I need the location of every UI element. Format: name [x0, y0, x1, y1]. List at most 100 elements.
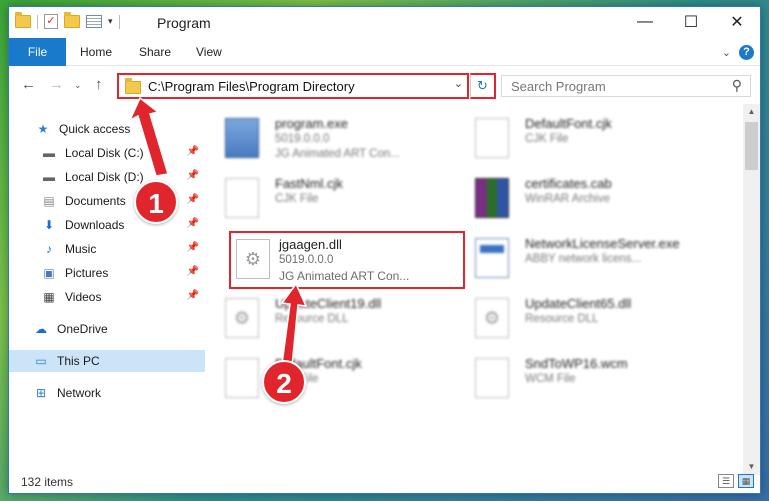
properties-check-icon[interactable]: ✓: [44, 14, 58, 29]
file-detail: CJK File: [275, 193, 319, 205]
scroll-up-icon[interactable]: ▲: [743, 104, 760, 120]
file-name: program.exe: [275, 116, 348, 131]
file-detail: JG Animated ART Con...: [275, 148, 400, 160]
address-dropdown-chevron-icon[interactable]: ⌄: [454, 77, 463, 90]
app-icon: [475, 238, 509, 278]
list-item[interactable]: FastNml.cjk CJK File: [217, 172, 462, 228]
music-icon: ♪: [46, 242, 52, 256]
expand-ribbon-chevron-icon[interactable]: ⌄: [722, 46, 731, 59]
document-icon: [225, 178, 259, 218]
file-detail: ABBY network licens...: [525, 253, 642, 265]
file-detail: Resource DLL: [275, 313, 349, 325]
list-item[interactable]: ⚙ UpdateClient65.dll Resource DLL: [467, 292, 712, 348]
network-icon: ⊞: [35, 386, 47, 400]
up-arrow-icon[interactable]: ↑: [95, 76, 103, 93]
pin-icon[interactable]: 📌: [187, 194, 199, 205]
search-placeholder: Search Program: [511, 79, 606, 94]
toolbar-divider: [118, 14, 120, 29]
details-view-icon[interactable]: ☰: [718, 474, 734, 488]
highlighted-file[interactable]: ⚙ jgaagen.dll 5019.0.0.0 JG Animated ART…: [229, 231, 465, 289]
list-item[interactable]: program.exe 5019.0.0.0 JG Animated ART C…: [217, 112, 462, 168]
new-folder-icon[interactable]: [64, 12, 80, 28]
drive-icon: ▬: [43, 170, 55, 184]
help-icon[interactable]: ?: [739, 45, 754, 60]
document-icon: [475, 358, 509, 398]
view-switcher: ☰ ▦: [718, 474, 754, 488]
refresh-button[interactable]: ↻: [470, 73, 496, 99]
list-item[interactable]: DefaultFont.cjk CJK File: [467, 112, 712, 168]
status-bar: 132 items ☰ ▦: [9, 471, 760, 493]
item-count: 132 items: [21, 475, 74, 489]
document-icon: [225, 358, 259, 398]
sidebar-item-pictures[interactable]: ▣ Pictures 📌: [9, 262, 205, 284]
list-item[interactable]: certificates.cab WinRAR Archive: [467, 172, 712, 228]
dll-icon: ⚙: [236, 239, 270, 279]
sidebar-item-label: Pictures: [65, 266, 109, 280]
tab-share[interactable]: Share: [139, 38, 171, 66]
pictures-icon: ▣: [43, 266, 55, 280]
close-button[interactable]: ✕: [714, 7, 760, 37]
tab-view[interactable]: View: [196, 38, 222, 66]
sidebar-item-quick-access[interactable]: ★ Quick access: [9, 118, 205, 140]
cloud-icon: ☁: [35, 322, 47, 336]
title-bar: ✓ ▾ Program — ☐ ✕: [9, 7, 760, 38]
search-input[interactable]: Search Program ⚲: [501, 75, 751, 97]
pin-icon[interactable]: 📌: [187, 218, 199, 229]
document-icon: [475, 118, 509, 158]
list-item[interactable]: ⚙ UpdateClient19.dll Resource DLL: [217, 292, 462, 348]
file-name: FastNml.cjk: [275, 176, 343, 191]
sidebar-item-this-pc[interactable]: ▭ This PC: [9, 350, 205, 372]
toolbar-divider: [37, 14, 38, 29]
pin-icon[interactable]: 📌: [187, 146, 199, 157]
customize-toolbar-chevron-icon[interactable]: ▾: [108, 16, 113, 27]
minimize-button[interactable]: —: [622, 7, 668, 37]
sidebar-item-local-disk-c[interactable]: ▬ Local Disk (C:) 📌: [9, 142, 205, 164]
address-path: C:\Program Files\Program Directory: [148, 79, 355, 94]
sidebar-item-music[interactable]: ♪ Music 📌: [9, 238, 205, 260]
quick-access-toolbar: ✓ ▾: [15, 12, 120, 29]
back-arrow-icon[interactable]: ←: [21, 76, 36, 93]
tab-home[interactable]: Home: [80, 38, 112, 66]
pin-icon[interactable]: 📌: [187, 290, 199, 301]
refresh-icon: ↻: [477, 78, 488, 93]
forward-arrow-icon[interactable]: →: [49, 76, 64, 93]
window-title: Program: [157, 15, 211, 31]
properties-icon[interactable]: [86, 15, 102, 28]
vertical-scrollbar[interactable]: ▲ ▼: [743, 104, 760, 475]
sidebar-item-label: Videos: [65, 290, 102, 304]
sidebar-item-label: Local Disk (C:): [65, 146, 144, 160]
sidebar-item-downloads[interactable]: ⬇ Downloads 📌: [9, 214, 205, 236]
list-item[interactable]: NetworkLicenseServer.exe ABBY network li…: [467, 232, 712, 288]
list-item[interactable]: SndToWP16.wcm WCM File: [467, 352, 712, 408]
search-icon: ⚲: [731, 77, 742, 93]
maximize-button[interactable]: ☐: [668, 7, 714, 37]
sidebar-item-label: Documents: [65, 194, 126, 208]
sidebar-item-network[interactable]: ⊞ Network: [9, 382, 205, 404]
star-icon: ★: [37, 122, 49, 136]
explorer-window: ✓ ▾ Program — ☐ ✕ File Home Share View ⌄…: [8, 6, 761, 494]
scrollbar-thumb[interactable]: [745, 122, 758, 170]
sidebar-item-videos[interactable]: ▦ Videos 📌: [9, 286, 205, 308]
recent-locations-chevron-icon[interactable]: ⌄: [74, 80, 82, 91]
sidebar-item-local-disk-d[interactable]: ▬ Local Disk (D:) 📌: [9, 166, 205, 188]
pin-icon[interactable]: 📌: [187, 266, 199, 277]
tab-file[interactable]: File: [9, 38, 66, 66]
file-name: DefaultFont.cjk: [525, 116, 612, 131]
sidebar-item-label: Local Disk (D:): [65, 170, 144, 184]
file-name: certificates.cab: [525, 176, 612, 191]
pin-icon[interactable]: 📌: [187, 242, 199, 253]
address-bar[interactable]: C:\Program Files\Program Directory ⌄: [117, 73, 469, 99]
window-controls: — ☐ ✕: [622, 7, 760, 37]
file-detail: WinRAR Archive: [525, 193, 610, 205]
sidebar-item-onedrive[interactable]: ☁ OneDrive: [9, 318, 205, 340]
sidebar-item-label: OneDrive: [57, 322, 108, 336]
folder-icon: [15, 12, 31, 28]
download-icon: ⬇: [43, 218, 55, 232]
address-row: ← → ⌄ ↑ C:\Program Files\Program Directo…: [9, 67, 760, 102]
tiles-view-icon[interactable]: ▦: [738, 474, 754, 488]
pin-icon[interactable]: 📌: [187, 170, 199, 181]
sidebar-item-label: Downloads: [65, 218, 125, 232]
file-name: SndToWP16.wcm: [525, 356, 628, 371]
file-detail: 5019.0.0.0: [275, 133, 330, 145]
list-item[interactable]: DefaultFont.cjk CJK File: [217, 352, 462, 408]
